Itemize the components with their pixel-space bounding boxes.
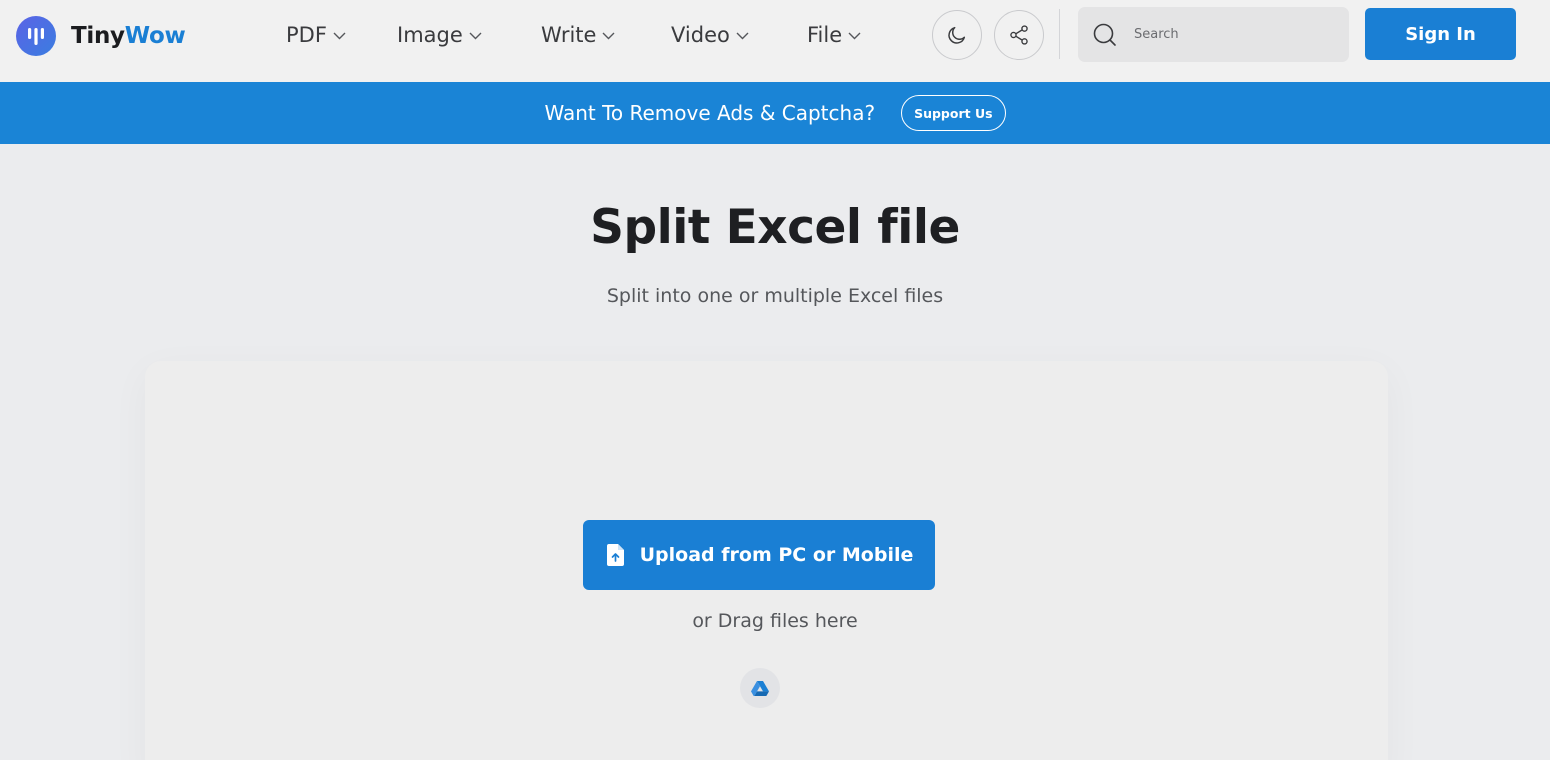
upload-button-label: Upload from PC or Mobile bbox=[639, 544, 914, 566]
google-drive-button[interactable] bbox=[740, 668, 780, 708]
nav-label: File bbox=[807, 23, 843, 47]
chevron-down-icon bbox=[469, 32, 482, 40]
search-box[interactable] bbox=[1078, 7, 1349, 62]
nav-write[interactable]: Write bbox=[541, 20, 615, 50]
upload-button[interactable]: Upload from PC or Mobile bbox=[583, 520, 935, 590]
logo[interactable]: TinyWow bbox=[16, 15, 186, 56]
share-button[interactable] bbox=[994, 10, 1044, 60]
page-subtitle: Split into one or multiple Excel files bbox=[606, 285, 944, 307]
moon-icon bbox=[946, 24, 968, 46]
top-header: TinyWow PDF Image Write Video File Searc… bbox=[0, 0, 1550, 82]
logo-text: TinyWow bbox=[71, 22, 186, 49]
nav-label: Write bbox=[541, 23, 597, 47]
search-icon bbox=[1092, 22, 1118, 48]
tinywow-logo-icon bbox=[16, 15, 56, 56]
chevron-down-icon bbox=[602, 32, 615, 40]
share-icon bbox=[1008, 24, 1030, 46]
nav-label: PDF bbox=[286, 23, 327, 47]
nav-label: Image bbox=[397, 23, 463, 47]
chevron-down-icon bbox=[333, 32, 346, 40]
drag-files-hint: or Drag files here bbox=[692, 610, 858, 632]
google-drive-icon bbox=[751, 680, 769, 696]
chevron-down-icon bbox=[736, 32, 749, 40]
header-divider bbox=[1059, 9, 1060, 59]
nav-label: Video bbox=[671, 23, 730, 47]
nav-image[interactable]: Image bbox=[397, 20, 482, 50]
page-title: Split Excel file bbox=[590, 200, 960, 255]
banner-text: Want To Remove Ads & Captcha? bbox=[544, 101, 876, 125]
support-us-button[interactable]: Support Us bbox=[901, 95, 1006, 131]
nav-video[interactable]: Video bbox=[671, 20, 749, 50]
promo-banner: Want To Remove Ads & Captcha? Support Us bbox=[0, 82, 1550, 144]
search-input[interactable] bbox=[1134, 27, 1324, 42]
logo-text-tiny: Tiny bbox=[71, 22, 125, 49]
sign-in-button[interactable]: Sign In bbox=[1365, 8, 1516, 60]
theme-toggle-button[interactable] bbox=[932, 10, 982, 60]
file-upload-icon bbox=[605, 543, 627, 567]
logo-text-wow: Wow bbox=[124, 22, 186, 49]
nav-file[interactable]: File bbox=[807, 20, 861, 50]
nav-pdf[interactable]: PDF bbox=[286, 20, 346, 50]
chevron-down-icon bbox=[848, 32, 861, 40]
